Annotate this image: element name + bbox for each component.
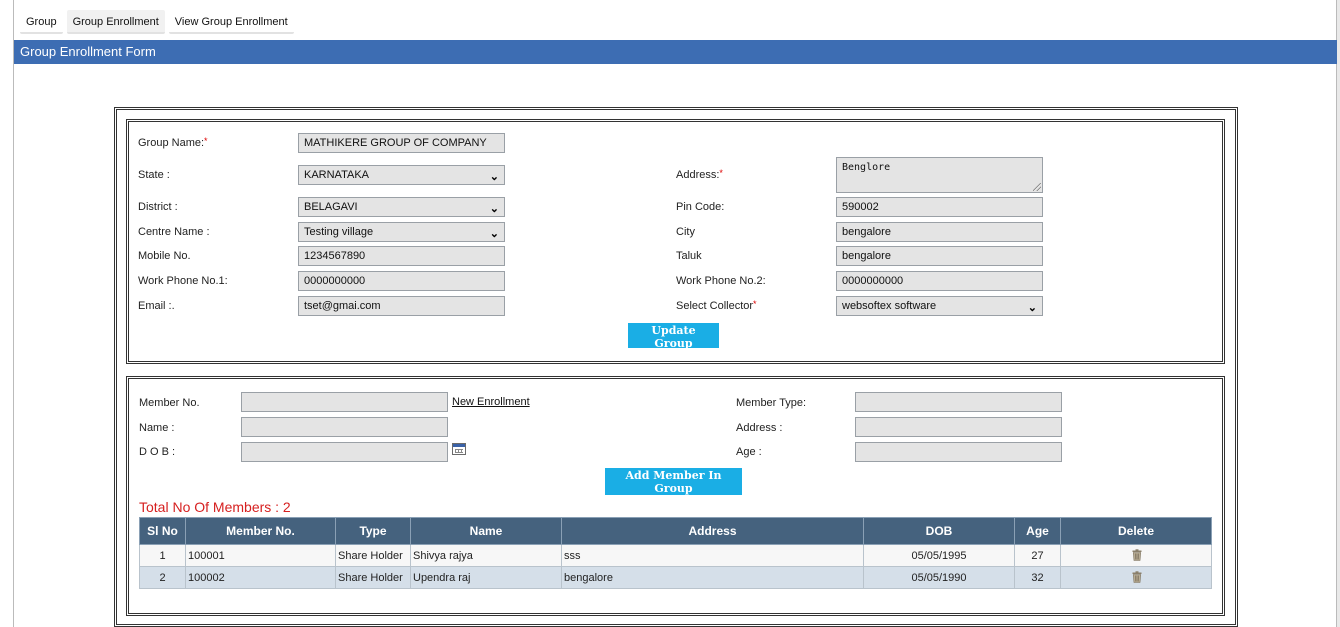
age-label: Age : xyxy=(736,446,762,458)
cell-delete xyxy=(1060,544,1212,567)
left-border xyxy=(13,0,14,627)
column-header-address: Address xyxy=(561,517,864,545)
top-nav: Group Group Enrollment View Group Enroll… xyxy=(20,10,294,36)
name-input[interactable] xyxy=(241,417,448,437)
cell-type: Share Holder xyxy=(335,566,411,589)
dob-label: D O B : xyxy=(139,446,176,458)
address-label: Address:* xyxy=(676,168,723,181)
column-header-age: Age xyxy=(1014,517,1061,545)
chevron-down-icon: ⌄ xyxy=(1027,302,1037,314)
work-phone-1-label: Work Phone No.1: xyxy=(138,275,228,287)
pin-code-label: Pin Code: xyxy=(676,201,725,213)
cell-member-no: 100002 xyxy=(185,566,336,589)
pin-code-input[interactable]: 590002 xyxy=(836,197,1043,217)
city-input[interactable]: bengalore xyxy=(836,222,1043,242)
calendar-icon[interactable] xyxy=(452,443,466,455)
collector-select-value: websoftex software xyxy=(842,300,937,312)
cell-delete xyxy=(1060,566,1212,589)
state-select[interactable]: KARNATAKA ⌄ xyxy=(298,165,505,185)
work-phone-2-label: Work Phone No.2: xyxy=(676,275,766,287)
required-mark: * xyxy=(753,299,757,309)
city-label: City xyxy=(676,226,695,238)
email-input[interactable]: tset@gmai.com xyxy=(298,296,505,316)
work-phone-2-input[interactable]: 0000000000 xyxy=(836,271,1043,291)
members-table: Sl No Member No. Type Name Address DOB A… xyxy=(139,517,1212,589)
column-header-type: Type xyxy=(335,517,411,545)
cell-dob: 05/05/1995 xyxy=(863,544,1015,567)
collector-label: Select Collector* xyxy=(676,299,757,312)
cell-name: Shivya rajya xyxy=(410,544,562,567)
centre-name-label: Centre Name : xyxy=(138,226,210,238)
member-address-input[interactable] xyxy=(855,417,1062,437)
centre-name-select-value: Testing village xyxy=(304,226,374,238)
required-mark: * xyxy=(719,168,723,178)
cell-sl-no: 2 xyxy=(139,566,186,589)
address-text: Benglore xyxy=(842,162,891,173)
tab-view-group-enrollment[interactable]: View Group Enrollment xyxy=(168,10,294,34)
group-name-input[interactable]: MATHIKERE GROUP OF COMPANY xyxy=(298,133,505,153)
district-label: District : xyxy=(138,201,178,213)
add-member-button[interactable]: Add Member In Group xyxy=(605,468,742,495)
name-label: Name : xyxy=(139,422,175,434)
state-label: State : xyxy=(138,169,170,181)
cell-age: 27 xyxy=(1014,544,1061,567)
district-select[interactable]: BELAGAVI ⌄ xyxy=(298,197,505,217)
taluk-label: Taluk xyxy=(676,250,702,262)
cell-type: Share Holder xyxy=(335,544,411,567)
member-address-label: Address : xyxy=(736,422,783,434)
cell-name: Upendra raj xyxy=(410,566,562,589)
tab-group[interactable]: Group xyxy=(20,10,63,34)
cell-dob: 05/05/1990 xyxy=(863,566,1015,589)
member-type-label: Member Type: xyxy=(736,397,807,409)
address-textarea[interactable]: Benglore xyxy=(836,157,1043,193)
page-title: Group Enrollment Form xyxy=(14,40,1337,64)
chevron-down-icon: ⌄ xyxy=(489,171,499,183)
state-select-value: KARNATAKA xyxy=(304,169,369,181)
column-header-dob: DOB xyxy=(863,517,1015,545)
district-select-value: BELAGAVI xyxy=(304,201,358,213)
member-type-input[interactable] xyxy=(855,392,1062,412)
cell-address: bengalore xyxy=(561,566,864,589)
chevron-down-icon: ⌄ xyxy=(489,228,499,240)
tab-group-enrollment[interactable]: Group Enrollment xyxy=(66,10,165,34)
column-header-delete: Delete xyxy=(1060,517,1212,545)
member-no-input[interactable] xyxy=(241,392,448,412)
email-label: Email :. xyxy=(138,300,175,312)
group-name-label: Group Name:* xyxy=(138,136,208,149)
collector-select[interactable]: websoftex software ⌄ xyxy=(836,296,1043,316)
total-members-label: Total No Of Members : 2 xyxy=(139,499,291,515)
column-header-sl-no: Sl No xyxy=(139,517,186,545)
update-group-button[interactable]: Update Group xyxy=(628,323,719,350)
table-row: 1 100001 Share Holder Shivya rajya sss 0… xyxy=(139,544,1212,567)
new-enrollment-link[interactable]: New Enrollment xyxy=(452,396,530,408)
centre-name-select[interactable]: Testing village ⌄ xyxy=(298,222,505,242)
chevron-down-icon: ⌄ xyxy=(489,203,499,215)
age-input[interactable] xyxy=(855,442,1062,462)
cell-sl-no: 1 xyxy=(139,544,186,567)
cell-address: sss xyxy=(561,544,864,567)
mobile-input[interactable]: 1234567890 xyxy=(298,246,505,266)
dob-input[interactable] xyxy=(241,442,448,462)
cell-member-no: 100001 xyxy=(185,544,336,567)
trash-icon[interactable] xyxy=(1132,570,1141,583)
required-mark: * xyxy=(204,136,208,146)
column-header-member-no: Member No. xyxy=(185,517,336,545)
taluk-input[interactable]: bengalore xyxy=(836,246,1043,266)
trash-icon[interactable] xyxy=(1132,548,1141,561)
cell-age: 32 xyxy=(1014,566,1061,589)
member-no-label: Member No. xyxy=(139,397,200,409)
column-header-name: Name xyxy=(410,517,562,545)
table-header-row: Sl No Member No. Type Name Address DOB A… xyxy=(139,517,1212,545)
resize-grip-icon[interactable] xyxy=(1033,183,1041,191)
mobile-label: Mobile No. xyxy=(138,250,191,262)
table-row: 2 100002 Share Holder Upendra raj bengal… xyxy=(139,566,1212,589)
work-phone-1-input[interactable]: 0000000000 xyxy=(298,271,505,291)
